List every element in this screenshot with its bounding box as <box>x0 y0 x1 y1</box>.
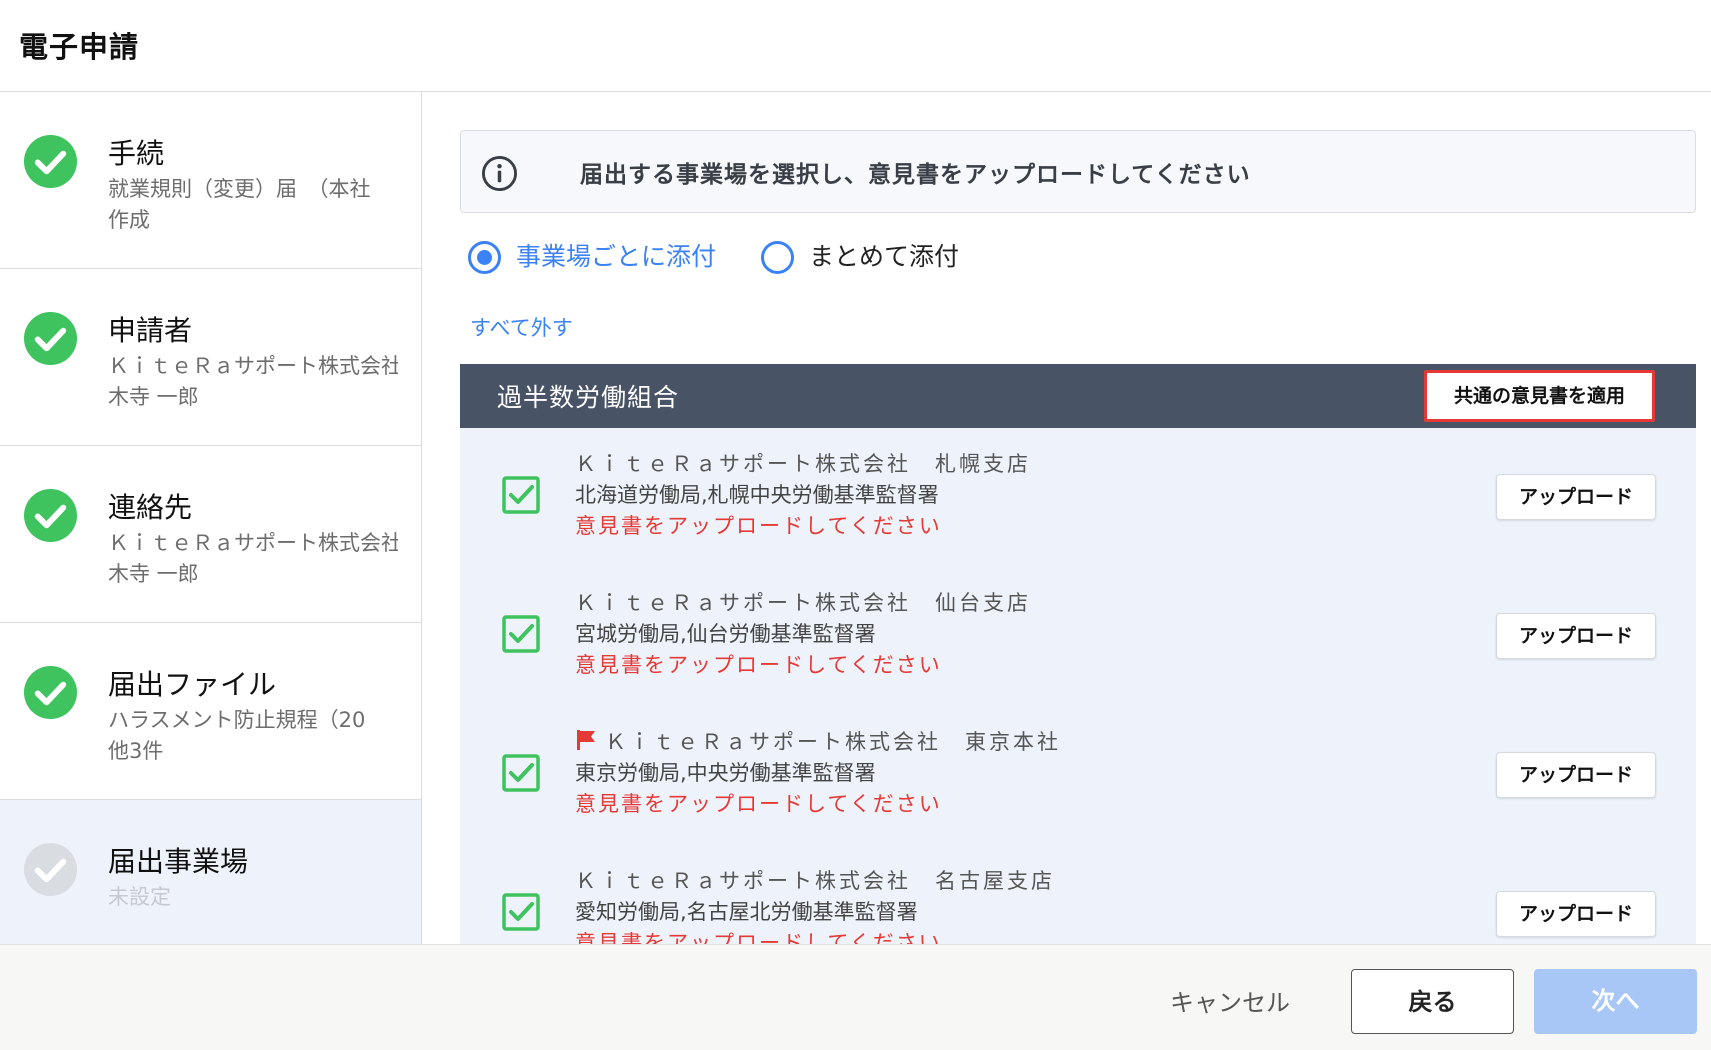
office-row: ＫｉｔｅＲａサポート株式会社 名古屋支店 愛知労働局,名古屋北労働基準監督署 意… <box>460 845 1696 944</box>
cancel-button[interactable]: キャンセル <box>1170 983 1290 1018</box>
step-summary: ＫｉｔｅＲａサポート株式会社 木寺 一郎 <box>108 354 398 409</box>
office-row: ＫｉｔｅＲａサポート株式会社 札幌支店 北海道労働局,札幌中央労働基準監督署 意… <box>460 428 1696 567</box>
office-bureau: 愛知労働局,名古屋北労働基準監督署 <box>575 900 918 924</box>
radio-label: まとめて添付 <box>809 242 960 271</box>
step-title: 届出ファイル <box>108 668 277 701</box>
upload-button[interactable]: アップロード <box>1496 474 1656 520</box>
office-bureau: 東京労働局,中央労働基準監督署 <box>575 761 876 785</box>
radio-label: 事業場ごとに添付 <box>516 242 717 271</box>
group-header: 過半数労働組合 共通の意見書を適用 <box>460 364 1696 428</box>
check-circle-icon <box>23 488 78 543</box>
sidebar-step-offices[interactable]: 届出事業場 未設定 <box>0 800 421 944</box>
upload-warning: 意見書をアップロードしてください <box>575 931 942 944</box>
upload-button[interactable]: アップロード <box>1496 891 1656 937</box>
step-title: 手続 <box>108 137 165 170</box>
office-bureau: 宮城労働局,仙台労働基準監督署 <box>575 622 876 646</box>
next-button[interactable]: 次へ <box>1534 969 1697 1034</box>
sidebar-step-contact[interactable]: 連絡先 ＫｉｔｅＲａサポート株式会社 木寺 一郎 <box>0 446 421 623</box>
head-office-flag-icon <box>577 730 595 750</box>
info-icon <box>481 155 518 192</box>
clear-all-link[interactable]: すべて外す <box>470 312 573 342</box>
upload-button[interactable]: アップロード <box>1496 613 1656 659</box>
check-circle-icon <box>23 665 78 720</box>
step-title: 申請者 <box>108 314 193 347</box>
page-title: 電子申請 <box>19 30 140 64</box>
office-name: ＫｉｔｅＲａサポート株式会社 札幌支店 <box>575 452 1031 476</box>
back-button[interactable]: 戻る <box>1351 969 1514 1034</box>
step-summary: ＫｉｔｅＲａサポート株式会社 木寺 一郎 <box>108 531 398 586</box>
office-name: ＫｉｔｅＲａサポート株式会社 名古屋支店 <box>575 869 1055 893</box>
step-summary: 未設定 <box>108 885 171 909</box>
apply-common-opinion-button[interactable]: 共通の意見書を適用 <box>1424 370 1655 422</box>
main-content: 届出する事業場を選択し、意見書をアップロードしてください 事業場ごとに添付 まと… <box>423 92 1711 944</box>
step-summary: ハラスメント防止規程（20 他3件 <box>108 708 366 763</box>
checkbox-checked-icon[interactable] <box>502 615 540 653</box>
checkbox-checked-icon[interactable] <box>502 893 540 931</box>
office-name: ＫｉｔｅＲａサポート株式会社 仙台支店 <box>575 591 1031 615</box>
radio-unselected-icon <box>761 241 794 274</box>
sidebar-step-files[interactable]: 届出ファイル ハラスメント防止規程（20 他3件 <box>0 623 421 800</box>
info-text: 届出する事業場を選択し、意見書をアップロードしてください <box>580 162 1251 188</box>
page-header: 電子申請 <box>0 0 1711 92</box>
upload-button[interactable]: アップロード <box>1496 752 1656 798</box>
group-name: 過半数労働組合 <box>497 383 680 412</box>
office-bureau: 北海道労働局,札幌中央労働基準監督署 <box>575 483 939 507</box>
upload-warning: 意見書をアップロードしてください <box>575 653 942 677</box>
office-row: ＫｉｔｅＲａサポート株式会社 東京本社 東京労働局,中央労働基準監督署 意見書を… <box>460 706 1696 845</box>
step-summary: 就業規則（変更）届 （本社 作成 <box>108 177 371 232</box>
step-sidebar: 手続 就業規則（変更）届 （本社 作成 申請者 ＫｉｔｅＲａサポート株式会社 木寺 … <box>0 92 422 944</box>
check-circle-icon <box>23 134 78 189</box>
upload-warning: 意見書をアップロードしてください <box>575 514 942 538</box>
upload-warning: 意見書をアップロードしてください <box>575 792 942 816</box>
office-name: ＫｉｔｅＲａサポート株式会社 東京本社 <box>605 730 1061 754</box>
office-list: ＫｉｔｅＲａサポート株式会社 札幌支店 北海道労働局,札幌中央労働基準監督署 意… <box>460 428 1696 944</box>
office-name-row: ＫｉｔｅＲａサポート株式会社 東京本社 <box>575 726 1061 756</box>
step-title: 連絡先 <box>108 491 193 524</box>
check-circle-icon <box>23 311 78 366</box>
sidebar-step-applicant[interactable]: 申請者 ＫｉｔｅＲａサポート株式会社 木寺 一郎 <box>0 269 421 446</box>
radio-selected-icon <box>468 241 501 274</box>
checkbox-checked-icon[interactable] <box>502 476 540 514</box>
office-row: ＫｉｔｅＲａサポート株式会社 仙台支店 宮城労働局,仙台労働基準監督署 意見書を… <box>460 567 1696 706</box>
checkbox-checked-icon[interactable] <box>502 754 540 792</box>
step-title: 届出事業場 <box>108 845 249 878</box>
info-banner: 届出する事業場を選択し、意見書をアップロードしてください <box>460 130 1696 213</box>
sidebar-step-procedure[interactable]: 手続 就業規則（変更）届 （本社 作成 <box>0 92 421 269</box>
check-circle-pending-icon <box>23 842 78 897</box>
footer-bar: キャンセル 戻る 次へ <box>0 944 1711 1050</box>
